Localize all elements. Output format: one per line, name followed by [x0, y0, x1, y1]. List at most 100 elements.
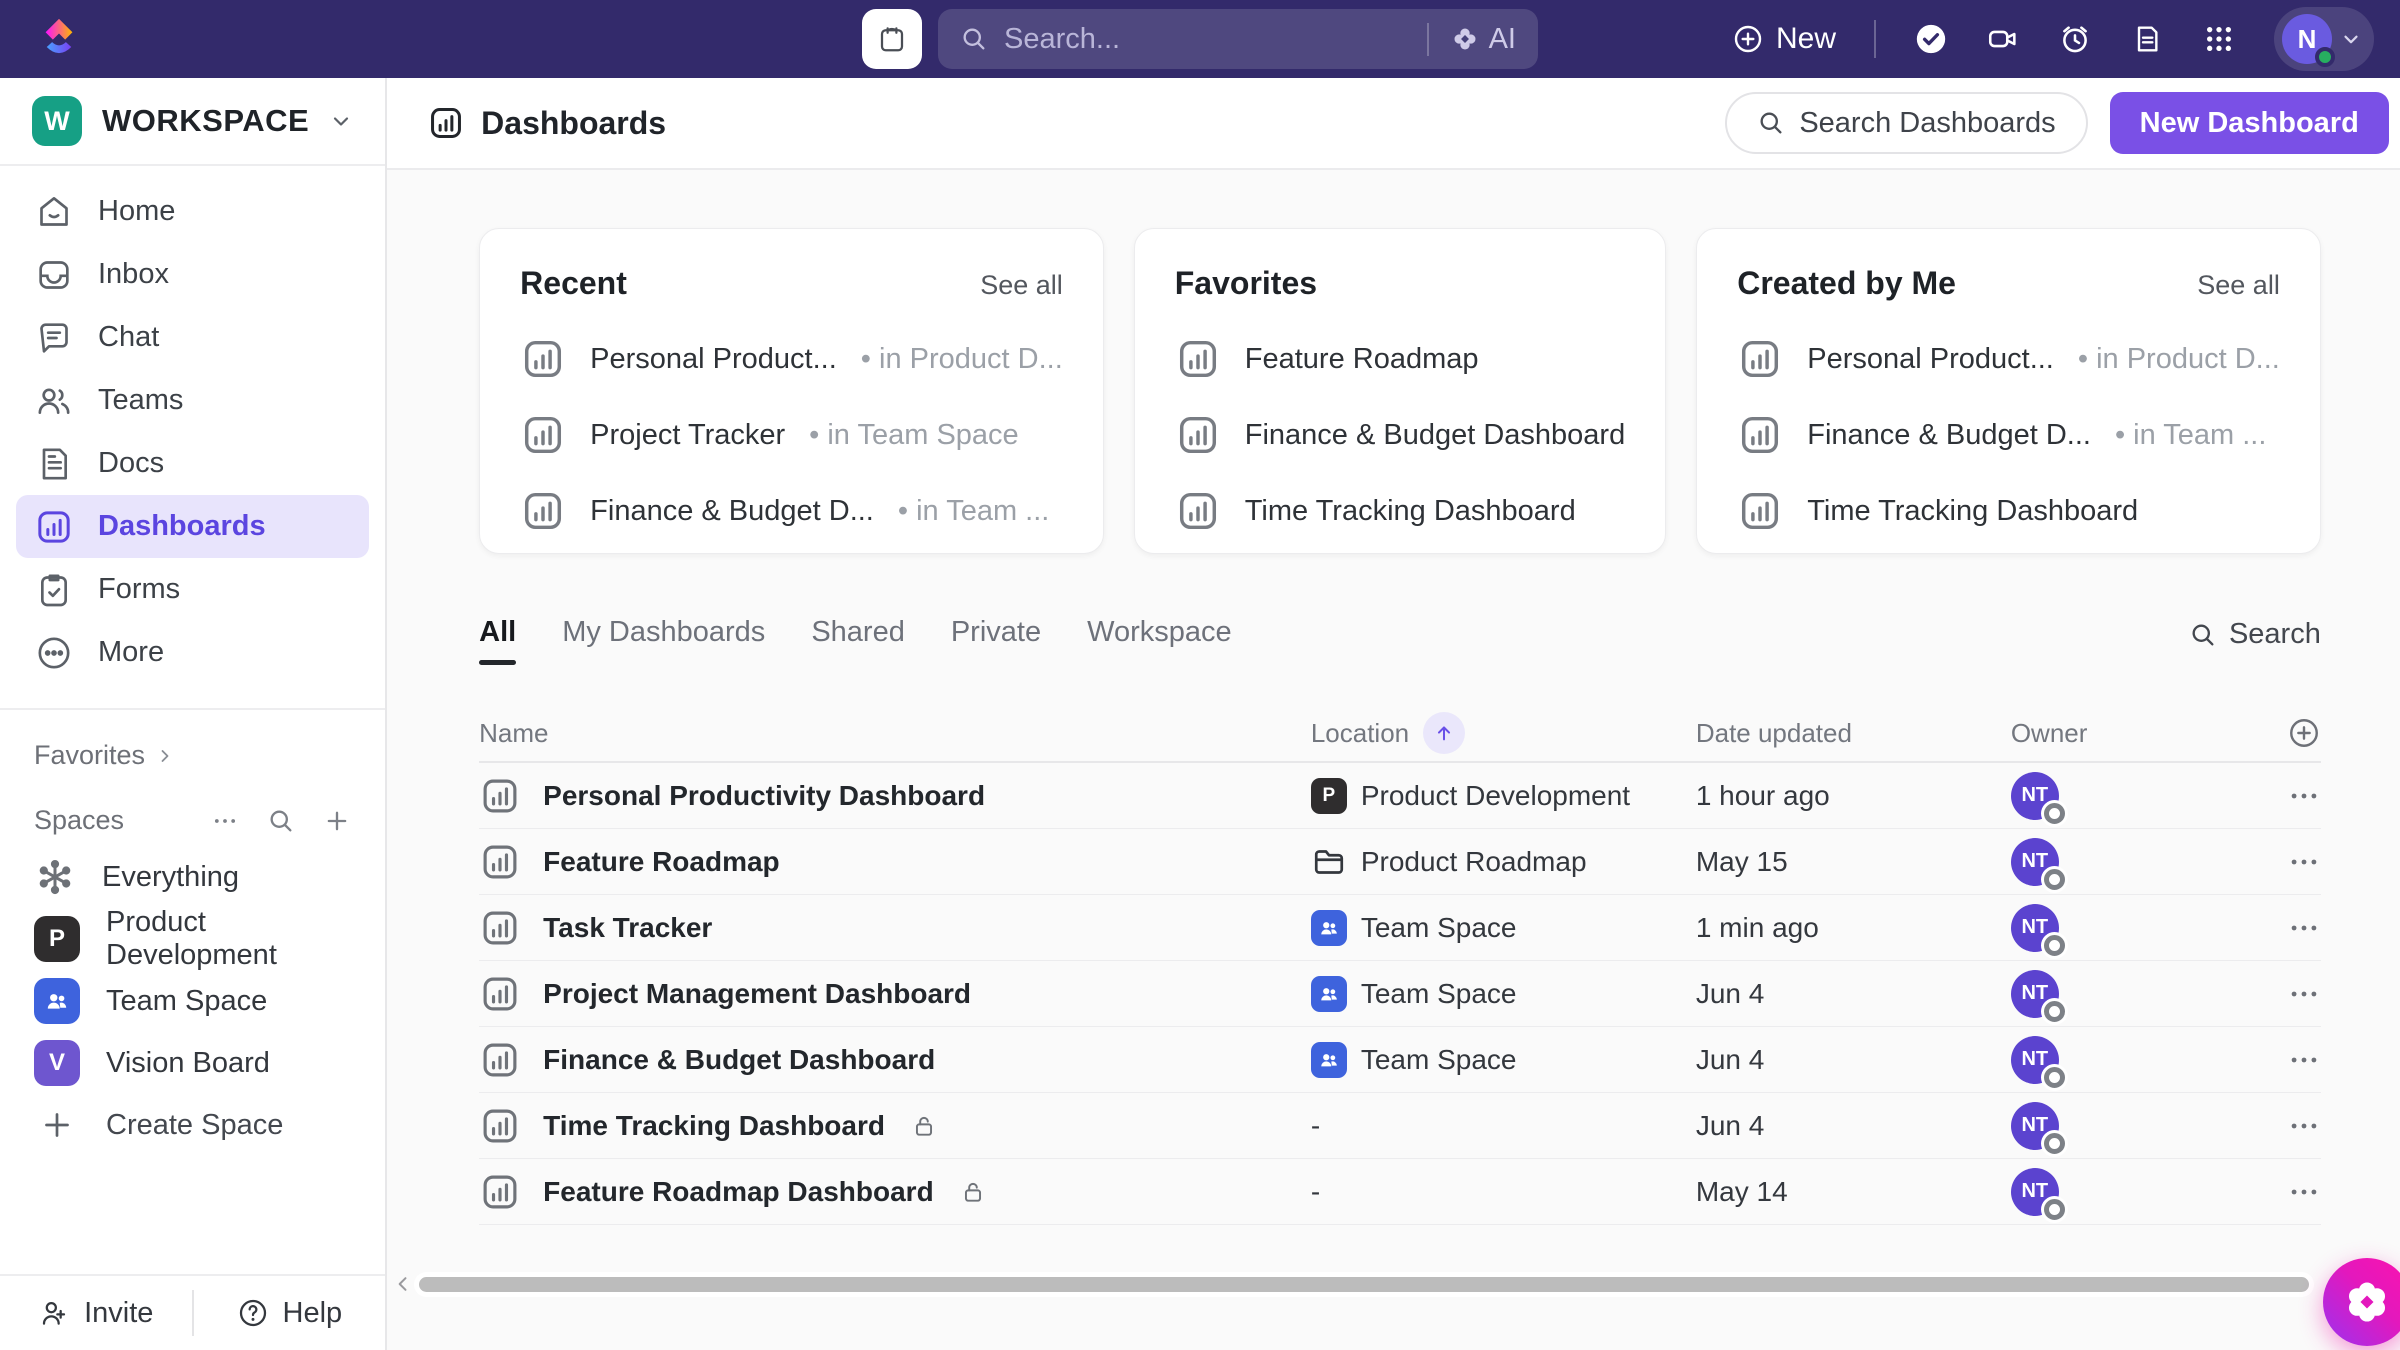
plus-icon[interactable] [323, 807, 351, 835]
people-icon [1318, 917, 1340, 939]
space-badge [34, 978, 80, 1024]
location-name: Team Space [1361, 1044, 1517, 1076]
create-space-label: Create Space [106, 1109, 283, 1142]
sidebar-item-more[interactable]: More [16, 621, 369, 684]
location-badge [1311, 910, 1347, 946]
card-title: Favorites [1175, 265, 1317, 302]
inbox-icon [34, 255, 74, 295]
date-updated: 1 hour ago [1696, 780, 2011, 812]
list-item[interactable]: Feature Roadmap [1175, 336, 1625, 382]
column-header-location[interactable]: Location [1311, 718, 1409, 749]
favorites-label: Favorites [34, 740, 145, 771]
row-menu-button[interactable] [2261, 911, 2321, 945]
list-item[interactable]: Personal Product... • in Product D... [520, 336, 1063, 382]
add-column-button[interactable] [2261, 716, 2321, 750]
sidebar-item-teams[interactable]: Teams [16, 369, 369, 432]
table-row[interactable]: Task Tracker Team Space 1 min ago NT [479, 895, 2321, 961]
ai-fab-button[interactable] [2323, 1258, 2400, 1346]
sidebar-item-home[interactable]: Home [16, 180, 369, 243]
list-item[interactable]: Finance & Budget D... • in Team ... [1737, 412, 2280, 458]
row-menu-button[interactable] [2261, 779, 2321, 813]
owner-avatar: NT [2011, 1102, 2059, 1150]
card-title: Recent [520, 265, 627, 302]
tab-shared[interactable]: Shared [811, 616, 905, 665]
table-row[interactable]: Project Management Dashboard Team Space … [479, 961, 2321, 1027]
avatar-initial: N [2298, 24, 2317, 55]
search-input[interactable] [1004, 23, 1419, 56]
see-all-link[interactable]: See all [2197, 270, 2280, 301]
see-all-link[interactable]: See all [980, 270, 1063, 301]
ellipsis-icon[interactable] [211, 807, 239, 835]
ai-clover-icon [1451, 25, 1479, 53]
search-icon[interactable] [267, 807, 295, 835]
scroll-left-icon[interactable] [393, 1274, 413, 1294]
dashboards-icon [34, 507, 74, 547]
new-button[interactable]: New [1732, 22, 1836, 56]
table-row[interactable]: Feature Roadmap Product Roadmap May 15 N… [479, 829, 2321, 895]
row-menu-button[interactable] [2261, 1043, 2321, 1077]
workspace-switcher[interactable]: W WORKSPACE [0, 78, 385, 166]
sidebar-space-product-development[interactable]: P Product Development [0, 908, 385, 970]
column-header-owner[interactable]: Owner [2011, 718, 2261, 749]
search-dashboards-button[interactable]: Search Dashboards [1725, 92, 2087, 154]
owner-avatar: NT [2011, 1168, 2059, 1216]
tab-my-dashboards[interactable]: My Dashboards [562, 616, 765, 665]
workspace-name: WORKSPACE [102, 103, 309, 139]
table-row[interactable]: Finance & Budget Dashboard Team Space Ju… [479, 1027, 2321, 1093]
help-button[interactable]: Help [194, 1276, 386, 1350]
sidebar-space-everything[interactable]: Everything [0, 846, 385, 908]
column-header-date-updated[interactable]: Date updated [1696, 718, 2011, 749]
clickup-logo-icon[interactable] [36, 13, 82, 65]
list-item[interactable]: Finance & Budget D... • in Team ... [520, 488, 1063, 534]
sidebar-item-inbox[interactable]: Inbox [16, 243, 369, 306]
tab-all[interactable]: All [479, 616, 516, 665]
sidebar-item-forms[interactable]: Forms [16, 558, 369, 621]
favorites-section-toggle[interactable]: Favorites [0, 710, 385, 777]
calendar-button[interactable] [862, 9, 922, 69]
dashboard-icon [479, 1039, 521, 1081]
create-space-button[interactable]: Create Space [0, 1094, 385, 1156]
scrollbar-thumb[interactable] [419, 1277, 2309, 1292]
apps-button[interactable] [2202, 22, 2236, 56]
table-search-button[interactable]: Search [2189, 618, 2321, 663]
list-item[interactable]: Project Tracker • in Team Space [520, 412, 1063, 458]
sidebar-item-chat[interactable]: Chat [16, 306, 369, 369]
list-item[interactable]: Time Tracking Dashboard [1175, 488, 1625, 534]
list-item[interactable]: Personal Product... • in Product D... [1737, 336, 2280, 382]
invite-button[interactable]: Invite [0, 1276, 192, 1350]
notepad-button[interactable] [2130, 22, 2164, 56]
record-button[interactable] [1986, 22, 2020, 56]
column-header-name[interactable]: Name [479, 718, 1311, 749]
recent-card: Recent See all Personal Product... • in … [479, 228, 1104, 554]
user-menu[interactable]: N [2274, 7, 2374, 71]
spaces-section-header: Spaces [0, 777, 385, 846]
location-badge [1311, 1042, 1347, 1078]
sidebar-item-label: Inbox [98, 258, 169, 291]
tab-workspace[interactable]: Workspace [1087, 616, 1232, 665]
row-menu-button[interactable] [2261, 1175, 2321, 1209]
date-updated: May 15 [1696, 846, 2011, 878]
list-item[interactable]: Finance & Budget Dashboard [1175, 412, 1625, 458]
search-icon [960, 25, 988, 53]
table-row[interactable]: Personal Productivity Dashboard P Produc… [479, 763, 2321, 829]
sidebar-item-dashboards[interactable]: Dashboards [16, 495, 369, 558]
row-menu-button[interactable] [2261, 845, 2321, 879]
new-dashboard-button[interactable]: New Dashboard [2110, 92, 2389, 154]
owner-initials: NT [2021, 982, 2048, 1005]
tab-private[interactable]: Private [951, 616, 1041, 665]
row-menu-button[interactable] [2261, 977, 2321, 1011]
sort-ascending-button[interactable] [1423, 712, 1465, 754]
ai-button[interactable]: AI [1427, 23, 1516, 56]
table-row[interactable]: Feature Roadmap Dashboard - May 14 NT [479, 1159, 2321, 1225]
sidebar-space-team-space[interactable]: Team Space [0, 970, 385, 1032]
ellipsis-icon [2287, 845, 2321, 879]
row-menu-button[interactable] [2261, 1109, 2321, 1143]
reminders-button[interactable] [2058, 22, 2092, 56]
location-name: - [1311, 1176, 1320, 1208]
item-location: • in Product D... [861, 343, 1063, 376]
sidebar-item-docs[interactable]: Docs [16, 432, 369, 495]
sidebar-space-vision-board[interactable]: V Vision Board [0, 1032, 385, 1094]
tasks-button[interactable] [1914, 22, 1948, 56]
table-row[interactable]: Time Tracking Dashboard - Jun 4 NT [479, 1093, 2321, 1159]
list-item[interactable]: Time Tracking Dashboard [1737, 488, 2280, 534]
